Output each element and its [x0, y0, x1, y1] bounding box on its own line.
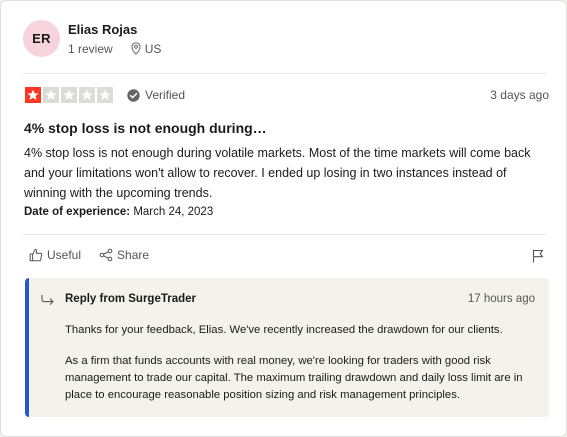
review-body: 4% stop loss is not enough during volati…	[24, 146, 531, 200]
star-rating	[25, 87, 115, 103]
star-icon	[97, 87, 113, 103]
flag-icon[interactable]	[532, 249, 544, 263]
review-title[interactable]: 4% stop loss is not enough during…	[24, 120, 267, 136]
experience-label: Date of experience:	[24, 206, 131, 218]
review-actions: Useful Share	[29, 248, 167, 262]
star-icon	[79, 87, 95, 103]
reply-paragraph: Thanks for your feedback, Elias. We've r…	[65, 324, 503, 336]
experience-date: March 24, 2023	[133, 206, 214, 218]
verified-label: Verified	[145, 88, 186, 102]
reviewer-meta: 1 review US	[68, 42, 161, 56]
reply-arrow-icon	[41, 295, 54, 305]
divider	[23, 73, 546, 74]
date-of-experience: Date of experience: March 24, 2023	[24, 206, 213, 218]
star-icon	[61, 87, 77, 103]
reply-paragraph: As a firm that funds accounts with real …	[65, 355, 523, 401]
reviewer-info: Elias Rojas 1 review US	[68, 22, 161, 56]
rating-row: Verified 3 days ago	[25, 87, 549, 103]
reviewer-name[interactable]: Elias Rojas	[68, 22, 161, 38]
review-date: 3 days ago	[490, 88, 549, 102]
share-label: Share	[117, 248, 150, 262]
share-icon	[99, 248, 113, 262]
review-card: ER Elias Rojas 1 review US Verified 3 da…	[0, 0, 567, 437]
verified-badge[interactable]: Verified	[127, 88, 185, 102]
reviewer-country: US	[144, 41, 162, 56]
check-circle-icon	[127, 88, 140, 102]
thumbs-up-icon	[29, 248, 43, 262]
location-pin-icon	[131, 42, 141, 55]
reply-date: 17 hours ago	[467, 293, 535, 305]
star-icon	[43, 87, 59, 103]
reviewer-header: ER Elias Rojas 1 review US	[23, 20, 161, 57]
useful-button[interactable]: Useful	[29, 248, 81, 262]
star-icon	[25, 87, 41, 103]
useful-label: Useful	[47, 248, 82, 262]
share-button[interactable]: Share	[99, 248, 149, 262]
divider	[23, 234, 546, 235]
review-count: 1 review	[68, 41, 113, 56]
avatar[interactable]: ER	[23, 20, 60, 57]
company-reply: Reply from SurgeTrader 17 hours ago Than…	[25, 278, 549, 417]
reply-author: Reply from SurgeTrader	[65, 293, 197, 305]
